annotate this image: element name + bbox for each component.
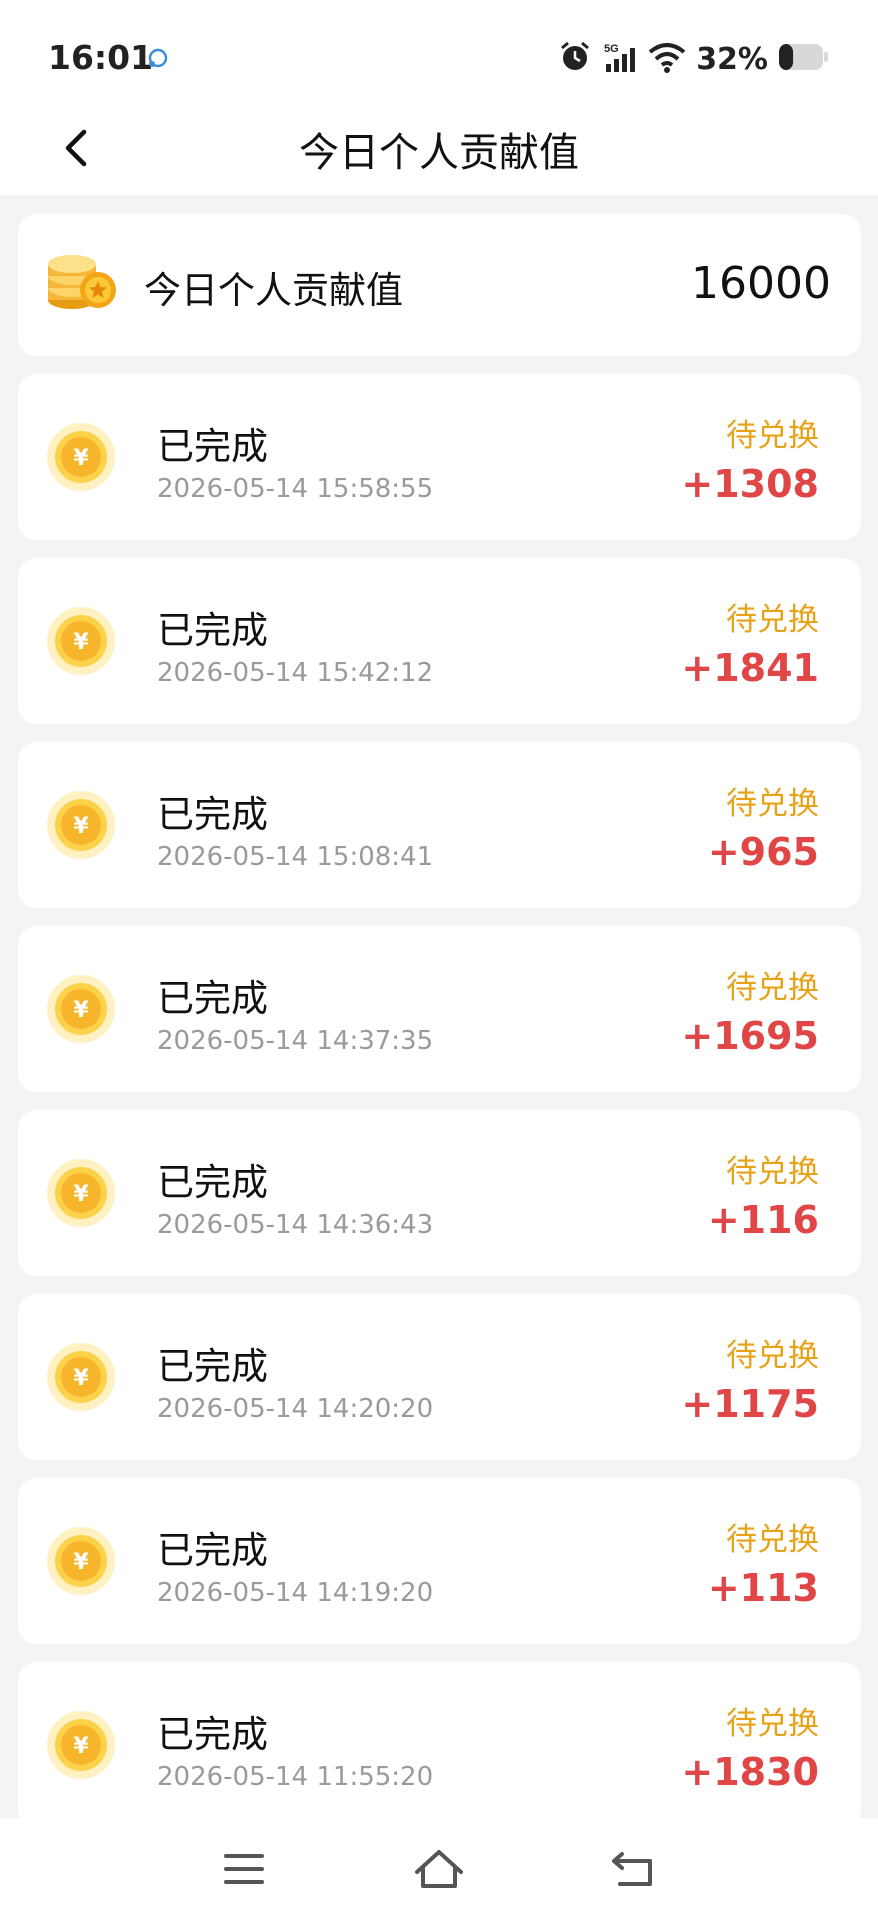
- records-list: ¥ 已完成 2026-05-14 15:58:55 待兑换 +1308 ¥ 已完…: [18, 374, 861, 1846]
- list-item[interactable]: ¥ 已完成 2026-05-14 15:08:41 待兑换 +965: [18, 742, 861, 908]
- status-bar: 16:01 5G 32%: [0, 0, 878, 100]
- record-time: 2026-05-14 15:08:41: [157, 842, 434, 872]
- back-nav-button[interactable]: [604, 1842, 664, 1896]
- yuan-coin-icon: ¥: [46, 790, 116, 860]
- svg-text:¥: ¥: [73, 814, 89, 839]
- yuan-coin-icon: ¥: [46, 1342, 116, 1412]
- record-title: 已完成: [157, 1161, 268, 1204]
- svg-text:¥: ¥: [73, 1734, 89, 1759]
- svg-text:¥: ¥: [73, 630, 89, 655]
- status-time: 16:01: [48, 38, 154, 77]
- sync-icon: [146, 46, 170, 74]
- svg-text:¥: ¥: [73, 1366, 89, 1391]
- svg-text:¥: ¥: [73, 446, 89, 471]
- record-title: 已完成: [157, 609, 268, 652]
- list-item[interactable]: ¥ 已完成 2026-05-14 11:55:20 待兑换 +1830: [18, 1662, 861, 1828]
- list-item[interactable]: ¥ 已完成 2026-05-14 14:36:43 待兑换 +116: [18, 1110, 861, 1276]
- wifi-icon: [648, 41, 686, 77]
- record-amount: +965: [707, 830, 819, 874]
- system-nav-bar: [0, 1818, 878, 1920]
- yuan-coin-icon: ¥: [46, 606, 116, 676]
- record-amount: +1308: [681, 462, 819, 506]
- record-status: 待兑换: [726, 1706, 819, 1742]
- record-title: 已完成: [157, 425, 268, 468]
- summary-value: 16000: [691, 258, 831, 309]
- record-time: 2026-05-14 15:42:12: [157, 658, 434, 688]
- status-icons: 5G 32%: [558, 38, 830, 80]
- coin-stack-icon: [44, 250, 120, 318]
- record-status: 待兑换: [726, 418, 819, 454]
- record-time: 2026-05-14 15:58:55: [157, 474, 434, 504]
- record-amount: +1175: [681, 1382, 819, 1426]
- list-item[interactable]: ¥ 已完成 2026-05-14 14:20:20 待兑换 +1175: [18, 1294, 861, 1460]
- record-status: 待兑换: [726, 1522, 819, 1558]
- record-amount: +116: [707, 1198, 819, 1242]
- record-amount: +1841: [681, 646, 819, 690]
- yuan-coin-icon: ¥: [46, 1526, 116, 1596]
- yuan-coin-icon: ¥: [46, 974, 116, 1044]
- record-status: 待兑换: [726, 1338, 819, 1374]
- record-time: 2026-05-14 14:19:20: [157, 1578, 434, 1608]
- back-icon: [612, 1852, 652, 1886]
- record-title: 已完成: [157, 1529, 268, 1572]
- record-title: 已完成: [157, 793, 268, 836]
- record-time: 2026-05-14 14:37:35: [157, 1026, 434, 1056]
- record-title: 已完成: [157, 977, 268, 1020]
- list-item[interactable]: ¥ 已完成 2026-05-14 15:58:55 待兑换 +1308: [18, 374, 861, 540]
- page-title: 今日个人贡献值: [299, 130, 579, 176]
- record-title: 已完成: [157, 1345, 268, 1388]
- svg-text:¥: ¥: [73, 1550, 89, 1575]
- record-status: 待兑换: [726, 602, 819, 638]
- svg-text:¥: ¥: [73, 1182, 89, 1207]
- record-amount: +1830: [681, 1750, 819, 1794]
- menu-icon: [224, 1854, 264, 1884]
- record-status: 待兑换: [726, 1154, 819, 1190]
- battery-icon: [778, 42, 830, 76]
- yuan-coin-icon: ¥: [46, 422, 116, 492]
- battery-percent: 32%: [696, 41, 768, 77]
- signal-icon: 5G: [602, 40, 638, 78]
- record-time: 2026-05-14 11:55:20: [157, 1762, 434, 1792]
- summary-card: 今日个人贡献值 16000: [18, 214, 861, 356]
- list-item[interactable]: ¥ 已完成 2026-05-14 14:37:35 待兑换 +1695: [18, 926, 861, 1092]
- record-amount: +113: [707, 1566, 819, 1610]
- yuan-coin-icon: ¥: [46, 1158, 116, 1228]
- alarm-icon: [558, 40, 592, 78]
- list-item[interactable]: ¥ 已完成 2026-05-14 15:42:12 待兑换 +1841: [18, 558, 861, 724]
- record-amount: +1695: [681, 1014, 819, 1058]
- record-status: 待兑换: [726, 970, 819, 1006]
- record-status: 待兑换: [726, 786, 819, 822]
- yuan-coin-icon: ¥: [46, 1710, 116, 1780]
- svg-text:5G: 5G: [604, 43, 619, 55]
- menu-button[interactable]: [214, 1842, 274, 1896]
- summary-label: 今日个人贡献值: [144, 269, 403, 312]
- record-time: 2026-05-14 14:36:43: [157, 1210, 434, 1240]
- record-title: 已完成: [157, 1713, 268, 1756]
- list-item[interactable]: ¥ 已完成 2026-05-14 14:19:20 待兑换 +113: [18, 1478, 861, 1644]
- record-time: 2026-05-14 14:20:20: [157, 1394, 434, 1424]
- home-icon: [415, 1850, 463, 1888]
- home-button[interactable]: [409, 1842, 469, 1896]
- title-bar: 今日个人贡献值: [0, 100, 878, 195]
- svg-text:¥: ¥: [73, 998, 89, 1023]
